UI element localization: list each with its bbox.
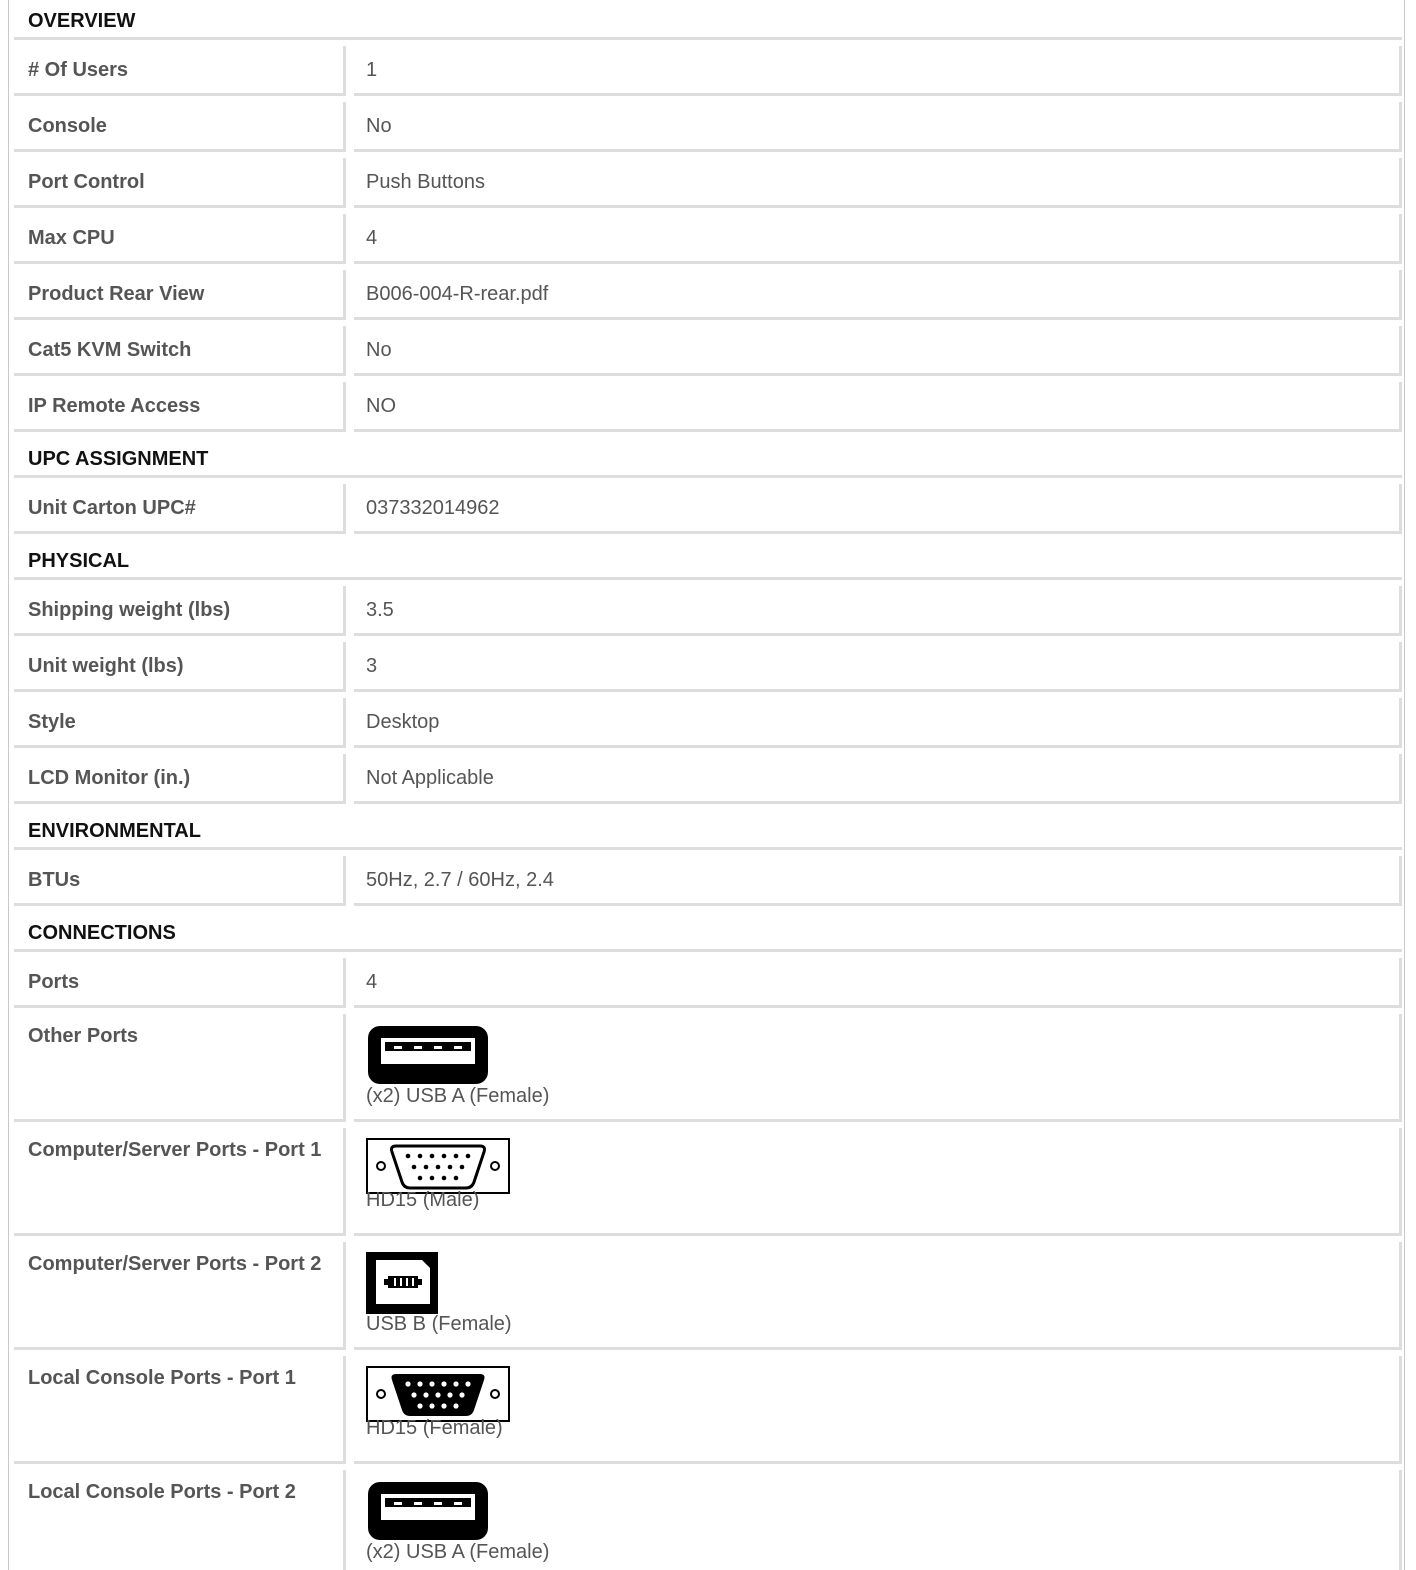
spec-row-of-users: # Of Users 1	[14, 46, 1402, 96]
spec-value-cell: No	[354, 102, 1402, 152]
spec-value: 1	[366, 59, 378, 81]
port-type-label: (x2) USB A (Female)	[366, 1085, 550, 1107]
spec-value: Not Applicable	[366, 767, 494, 789]
port-type-label: HD15 (Female)	[366, 1417, 503, 1439]
spec-value-cell: 037332014962	[354, 484, 1402, 534]
usb-a-female-icon	[366, 1480, 1387, 1548]
spec-label: Cat5 KVM Switch	[14, 326, 346, 376]
spec-value: 4	[366, 227, 378, 249]
spec-value: 50Hz, 2.7 / 60Hz, 2.4	[366, 869, 554, 891]
port-type-label: USB B (Female)	[366, 1313, 512, 1335]
usb-a-female-icon	[366, 1024, 1387, 1092]
spec-label: IP Remote Access	[14, 382, 346, 432]
spec-table: OVERVIEW # Of Users 1 Console No Port Control…	[14, 0, 1402, 1570]
spec-value: No	[366, 339, 392, 361]
port-type-label: (x2) USB A (Female)	[366, 1541, 550, 1563]
spec-value: No	[366, 115, 392, 137]
spec-row-local-console-ports-port-1: Local Console Ports - Port 1 HD15 (Femal…	[14, 1356, 1402, 1464]
section-header-physical: PHYSICAL	[14, 540, 1402, 580]
spec-row-ports: Ports 4	[14, 958, 1402, 1008]
spec-value: B006-004-R-rear.pdf	[366, 283, 549, 305]
spec-row-btus: BTUs 50Hz, 2.7 / 60Hz, 2.4	[14, 856, 1402, 906]
section-header-connections: CONNECTIONS	[14, 912, 1402, 952]
spec-label: Max CPU	[14, 214, 346, 264]
spec-value-cell: (x2) USB A (Female)	[354, 1014, 1402, 1122]
spec-value-cell: HD15 (Male)	[354, 1128, 1402, 1236]
spec-label: Style	[14, 698, 346, 748]
spec-value-cell: 3.5	[354, 586, 1402, 636]
spec-label: Unit Carton UPC#	[14, 484, 346, 534]
spec-value-cell: No	[354, 326, 1402, 376]
spec-label: Unit weight (lbs)	[14, 642, 346, 692]
spec-value-cell: B006-004-R-rear.pdf	[354, 270, 1402, 320]
spec-label: Ports	[14, 958, 346, 1008]
spec-value-cell: HD15 (Female)	[354, 1356, 1402, 1464]
spec-row-max-cpu: Max CPU 4	[14, 214, 1402, 264]
spec-row-lcd-monitor-in: LCD Monitor (in.) Not Applicable	[14, 754, 1402, 804]
spec-row-computer-server-ports-port-1: Computer/Server Ports - Port 1 HD15 (Mal…	[14, 1128, 1402, 1236]
port-type-label: HD15 (Male)	[366, 1189, 480, 1211]
spec-value-cell: 50Hz, 2.7 / 60Hz, 2.4	[354, 856, 1402, 906]
spec-label: Other Ports	[14, 1014, 346, 1122]
spec-label: # Of Users	[14, 46, 346, 96]
spec-label: BTUs	[14, 856, 346, 906]
spec-label: Shipping weight (lbs)	[14, 586, 346, 636]
spec-row-computer-server-ports-port-2: Computer/Server Ports - Port 2 USB B (Fe…	[14, 1242, 1402, 1350]
spec-value: 3	[366, 655, 378, 677]
spec-label: Local Console Ports - Port 1	[14, 1356, 346, 1464]
spec-value-cell: USB B (Female)	[354, 1242, 1402, 1350]
spec-value-cell: NO	[354, 382, 1402, 432]
spec-row-cat5-kvm-switch: Cat5 KVM Switch No	[14, 326, 1402, 376]
spec-row-other-ports: Other Ports (x2) USB A (Female)	[14, 1014, 1402, 1122]
spec-value: Desktop	[366, 711, 440, 733]
spec-label: Computer/Server Ports - Port 1	[14, 1128, 346, 1236]
spec-label: LCD Monitor (in.)	[14, 754, 346, 804]
spec-value-cell: 4	[354, 958, 1402, 1008]
spec-value-cell: 3	[354, 642, 1402, 692]
spec-label: Product Rear View	[14, 270, 346, 320]
spec-label: Console	[14, 102, 346, 152]
spec-row-local-console-ports-port-2: Local Console Ports - Port 2 (x2) USB A …	[14, 1470, 1402, 1570]
spec-value: 4	[366, 971, 378, 993]
spec-label: Local Console Ports - Port 2	[14, 1470, 346, 1570]
spec-value-cell: Desktop	[354, 698, 1402, 748]
spec-row-port-control: Port Control Push Buttons	[14, 158, 1402, 208]
spec-row-unit-weight-lbs: Unit weight (lbs) 3	[14, 642, 1402, 692]
spec-value: 3.5	[366, 599, 394, 621]
spec-value: NO	[366, 395, 396, 417]
spec-value: Push Buttons	[366, 171, 485, 193]
section-header-upc-assignment: UPC ASSIGNMENT	[14, 438, 1402, 478]
spec-label: Port Control	[14, 158, 346, 208]
usb-b-female-icon	[366, 1252, 1387, 1320]
spec-row-style: Style Desktop	[14, 698, 1402, 748]
section-header-environmental: ENVIRONMENTAL	[14, 810, 1402, 850]
section-header-overview: OVERVIEW	[14, 0, 1402, 40]
spec-value-cell: Push Buttons	[354, 158, 1402, 208]
spec-value: 037332014962	[366, 497, 500, 519]
spec-row-product-rear-view: Product Rear View B006-004-R-rear.pdf	[14, 270, 1402, 320]
spec-value-cell: 1	[354, 46, 1402, 96]
spec-row-shipping-weight-lbs: Shipping weight (lbs) 3.5	[14, 586, 1402, 636]
spec-value-cell: Not Applicable	[354, 754, 1402, 804]
spec-row-ip-remote-access: IP Remote Access NO	[14, 382, 1402, 432]
spec-value-cell: (x2) USB A (Female)	[354, 1470, 1402, 1570]
spec-row-console: Console No	[14, 102, 1402, 152]
spec-label: Computer/Server Ports - Port 2	[14, 1242, 346, 1350]
spec-row-unit-carton-upc: Unit Carton UPC# 037332014962	[14, 484, 1402, 534]
spec-value-cell: 4	[354, 214, 1402, 264]
